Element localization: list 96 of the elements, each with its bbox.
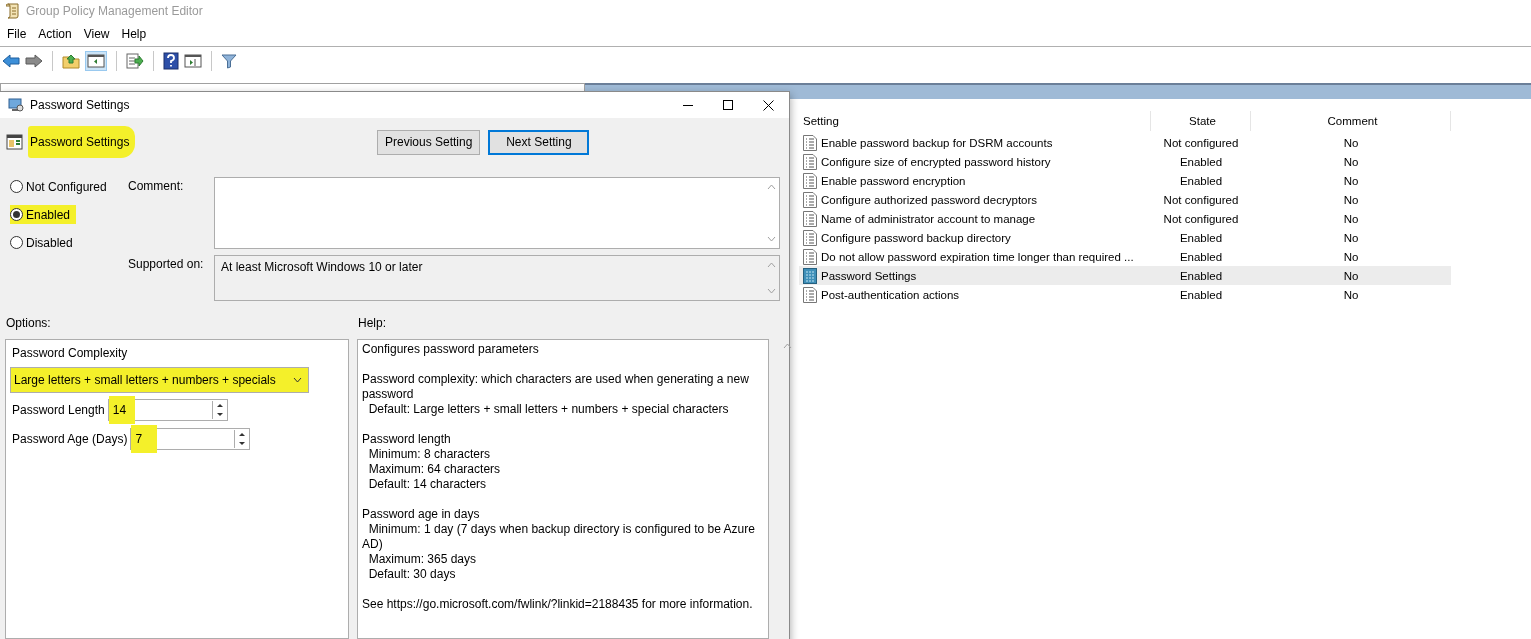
column-header[interactable]: State <box>1151 111 1251 131</box>
help-text: See https://go.microsoft.com/fwlink/?linkid=2188435 for more information. <box>362 597 754 612</box>
setting-name: Configure authorized password decryptors <box>821 193 1038 206</box>
comment-label: Comment: <box>128 178 185 195</box>
column-header[interactable]: Comment <box>1251 111 1451 131</box>
setting-name: Enable password encryption <box>821 174 966 187</box>
setting-name: Post-authentication actions <box>821 288 960 301</box>
setting-cell[interactable]: Configure password backup directory <box>799 228 1151 247</box>
setting-cell[interactable]: Do not allow password expiration time longer than required ... <box>799 247 1151 266</box>
help-text: Maximum: 64 characters <box>367 462 502 477</box>
comment-cell-text: No <box>1342 230 1360 246</box>
comment-cell: No <box>1251 266 1451 285</box>
state-cell-text: Enabled <box>1178 173 1224 189</box>
help-text: Password age in days <box>362 507 481 522</box>
setting-name: Enable password backup for DSRM accounts <box>821 136 1053 149</box>
help-text: Default: Large letters + small letters + numbers + special characters <box>367 402 730 417</box>
column-header[interactable]: Setting <box>799 111 1151 131</box>
option-label: Password Complexity <box>11 346 129 360</box>
state-cell-text: Not configured <box>1162 211 1240 227</box>
folder-up-icon[interactable] <box>62 52 80 69</box>
setting-heading: Password Settings <box>28 126 136 158</box>
policy-setting-icon <box>803 172 817 189</box>
tree-pane-icon[interactable] <box>85 50 107 71</box>
policy-setting-icon <box>6 133 24 151</box>
policy-setting-icon <box>803 248 817 265</box>
state-cell-text: Enabled <box>1178 249 1224 265</box>
menu-item[interactable]: Action <box>32 26 78 41</box>
action-pane-icon[interactable] <box>184 52 202 69</box>
help-text: Default: 14 characters <box>367 477 488 492</box>
setting-name: Configure password backup directory <box>821 231 1011 244</box>
comment-cell-text: No <box>1342 211 1360 227</box>
radio-option[interactable]: Disabled <box>10 233 79 252</box>
option-label: Password Length <box>11 402 105 417</box>
help-icon[interactable] <box>163 51 179 70</box>
back-arrow-icon[interactable] <box>2 53 20 68</box>
comment-cell-text: No <box>1342 249 1360 265</box>
setting-cell[interactable]: Name of administrator account to manage <box>799 209 1151 228</box>
state-cell-text: Not configured <box>1162 192 1240 208</box>
menu-item[interactable]: View <box>77 26 116 41</box>
menu-item[interactable]: File <box>1 26 33 41</box>
help-text: Minimum: 1 day (7 days when backup directory is configured to be Azure AD) <box>362 522 756 552</box>
options-label: Options: <box>6 316 52 331</box>
help-text: Password length <box>362 432 452 447</box>
setting-name: Do not allow password expiration time longer than required ... <box>821 250 1134 263</box>
number-spin-field[interactable]: 7 <box>130 427 251 450</box>
policy-setting-icon <box>803 267 817 284</box>
setting-cell[interactable]: Configure authorized password decryptors <box>799 190 1151 209</box>
radio-option[interactable]: Not Configured <box>10 177 113 196</box>
help-text: Password complexity: which characters are used when generating a new password <box>362 372 750 402</box>
scroll-policy-icon <box>6 2 20 19</box>
forward-arrow-icon[interactable] <box>25 53 43 68</box>
setting-name: Configure size of encrypted password history <box>821 155 1051 168</box>
policy-setting-icon <box>803 134 817 151</box>
help-text: Default: 30 days <box>367 567 457 582</box>
previous-setting-button[interactable]: Previous Setting <box>377 129 481 155</box>
policy-setting-icon <box>803 229 817 246</box>
setting-cell[interactable]: Password Settings <box>799 266 1151 285</box>
supported-on-value: At least Microsoft Windows 10 or later <box>220 259 424 276</box>
state-cell-text: Enabled <box>1178 154 1224 170</box>
maximize-icon[interactable] <box>723 99 733 110</box>
state-cell-text: Not configured <box>1162 135 1240 151</box>
comment-cell-text: No <box>1342 154 1360 170</box>
state-cell-text: Enabled <box>1178 287 1224 303</box>
window-title: Group Policy Management Editor <box>26 3 203 18</box>
policy-setting-icon <box>803 286 817 303</box>
dialog-title: Password Settings <box>30 98 131 112</box>
setting-cell[interactable]: Configure size of encrypted password history <box>799 152 1151 171</box>
next-setting-button[interactable]: Next Setting <box>488 129 590 155</box>
option-label: Password Age (Days) <box>11 431 128 446</box>
help-text: Configures password parameters <box>362 342 540 357</box>
filter-icon[interactable] <box>221 52 237 69</box>
setting-cell[interactable]: Enable password backup for DSRM accounts <box>799 133 1151 152</box>
help-text: Minimum: 8 characters <box>367 447 492 462</box>
setting-cell[interactable]: Enable password encryption <box>799 171 1151 190</box>
comment-cell-text: No <box>1342 135 1360 151</box>
export-list-icon[interactable] <box>126 52 144 69</box>
state-cell-text: Enabled <box>1178 230 1224 246</box>
comment-cell-text: No <box>1342 173 1360 189</box>
help-label: Help: <box>358 316 387 331</box>
menu-item[interactable]: Help <box>115 26 153 41</box>
setting-name: Password Settings <box>821 269 917 282</box>
comment-cell-text: No <box>1342 192 1360 208</box>
policy-window-icon <box>8 97 24 113</box>
number-spin-field[interactable]: 14 <box>107 398 228 421</box>
policy-setting-icon <box>803 191 817 208</box>
radio-option[interactable]: Enabled <box>10 205 77 224</box>
help-text: Maximum: 365 days <box>367 552 478 567</box>
comment-cell-text: No <box>1342 287 1360 303</box>
policy-setting-icon <box>803 210 817 227</box>
setting-cell[interactable]: Post-authentication actions <box>799 285 1151 304</box>
state-cell: Enabled <box>1151 266 1251 285</box>
policy-setting-icon <box>803 153 817 170</box>
complexity-dropdown[interactable]: Large letters + small letters + numbers + specials <box>10 367 309 393</box>
close-icon[interactable] <box>763 99 774 111</box>
supported-on-label: Supported on: <box>128 256 205 273</box>
setting-name: Name of administrator account to manage <box>821 212 1036 225</box>
